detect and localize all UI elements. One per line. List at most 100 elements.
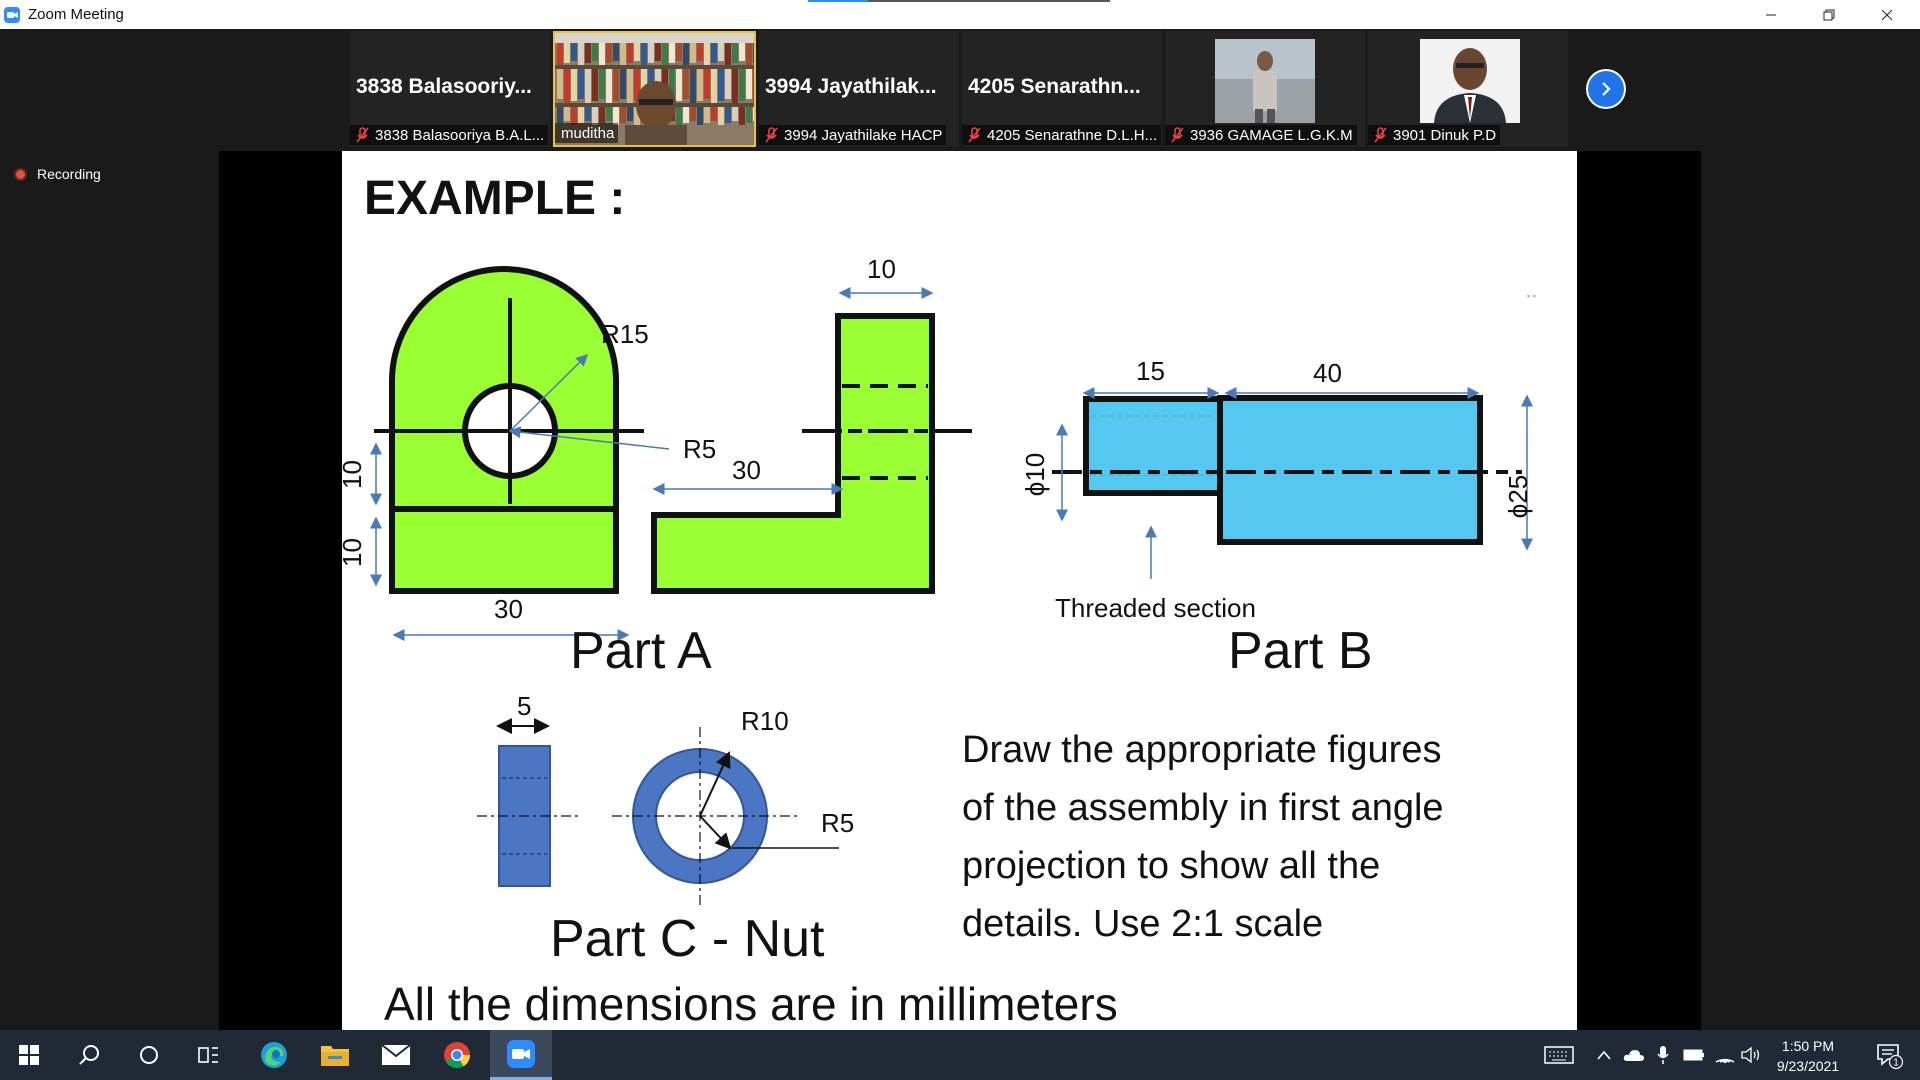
book-spine [606, 107, 612, 121]
participant-name: 3994 Jayathilake HACP [784, 126, 943, 144]
part-b-dim-phi10: ϕ10 [1020, 452, 1051, 497]
part-a-dim-10-upper: 10 [342, 460, 367, 489]
start-button[interactable] [0, 1030, 58, 1080]
book-spine [606, 69, 612, 103]
book-spine [641, 43, 647, 65]
taskbar-clock[interactable]: 1:50 PM 9/23/2021 [1760, 1036, 1856, 1076]
instruction-line: details. Use 2:1 scale [962, 903, 1324, 945]
recording-dot-icon [14, 167, 27, 181]
part-c-dim-r5: R5 [821, 808, 855, 838]
window-title: Zoom Meeting [28, 6, 124, 23]
chrome-taskbar-button[interactable] [428, 1030, 486, 1080]
book-spine [704, 69, 710, 99]
book-spine [697, 107, 703, 125]
book-spine [613, 43, 619, 61]
folder-icon [321, 1046, 349, 1066]
part-b-dim-15: 15 [1136, 356, 1165, 386]
chevron-up-icon [1597, 1050, 1611, 1060]
book-spine [599, 107, 605, 123]
part-a-caption: Part A [570, 622, 712, 680]
edge-taskbar-button[interactable] [245, 1030, 303, 1080]
participant-tile[interactable]: 3994 Jayathilak... 3994 Jayathilake HACP [759, 31, 959, 147]
slide-heading: EXAMPLE : [364, 172, 626, 225]
book-spine [557, 43, 563, 65]
cortana-icon [140, 1046, 158, 1064]
participant-name: 3838 Balasooriya B.A.L... [375, 126, 545, 144]
book-spine [725, 69, 731, 99]
part-c-nut [477, 718, 839, 907]
instruction-line: of the assembly in first angle [962, 787, 1444, 829]
participant-tile[interactable]: 3936 GAMAGE L.G.K.M [1165, 31, 1365, 147]
book-spine [564, 69, 570, 103]
search-button[interactable] [60, 1030, 118, 1080]
part-c-dim-r10: R10 [741, 706, 789, 736]
book-spine [718, 43, 724, 61]
book-spine [557, 69, 563, 99]
participant-tile[interactable]: 3838 Balasooriy... 3838 Balasooriya B.A.… [350, 31, 550, 147]
participant-name: 3936 GAMAGE L.G.K.M [1190, 126, 1353, 144]
clock-time: 1:50 PM [1781, 1038, 1835, 1054]
book-spine [746, 107, 752, 123]
zoom-taskbar-button[interactable] [490, 1030, 552, 1080]
book-spine [753, 107, 754, 121]
clock-date: 9/23/2021 [1776, 1058, 1840, 1074]
muted-mic-icon [356, 127, 369, 143]
participant-label: muditha [555, 123, 619, 143]
onedrive-tray[interactable] [1620, 1030, 1648, 1080]
keyboard-icon [1544, 1046, 1574, 1064]
search-icon [79, 1045, 99, 1065]
book-spine [732, 43, 738, 63]
file-explorer-taskbar-button[interactable] [306, 1030, 364, 1080]
chrome-icon [444, 1042, 471, 1069]
speaker-icon [1741, 1047, 1760, 1063]
minimize-button[interactable] [1742, 0, 1800, 29]
edge-icon [261, 1042, 287, 1068]
book-spine [690, 43, 696, 63]
recording-indicator[interactable]: Recording [14, 166, 101, 182]
part-c-dim-5: 5 [517, 691, 532, 721]
book-spine [620, 69, 626, 99]
microphone-tray[interactable] [1650, 1030, 1676, 1080]
book-spine [697, 43, 703, 61]
participant-tile[interactable]: 4205 Senarathn... 4205 Senarathne D.L.H.… [962, 31, 1162, 147]
network-tray[interactable] [1712, 1030, 1738, 1080]
keyboard-layout-tray[interactable] [1540, 1030, 1578, 1080]
close-icon [1881, 9, 1893, 20]
action-center-button[interactable]: 1 [1864, 1030, 1914, 1080]
book-spine [627, 43, 633, 63]
book-spine [578, 107, 584, 123]
part-a-dim-30-bottom: 30 [494, 594, 523, 624]
task-view-button[interactable] [180, 1030, 238, 1080]
instruction-line: projection to show all the [962, 845, 1381, 887]
close-button[interactable] [1858, 0, 1916, 29]
book-spine [571, 69, 577, 101]
book-spine [620, 107, 626, 123]
participant-label: 4205 Senarathne D.L.H... [962, 125, 1162, 145]
book-spine [690, 69, 696, 103]
next-participants-button[interactable] [1586, 69, 1626, 109]
book-spine [592, 43, 598, 61]
book-spine [746, 69, 752, 99]
show-hidden-icons-button[interactable] [1592, 1030, 1616, 1080]
battery-tray[interactable] [1680, 1030, 1708, 1080]
windows-taskbar: 1:50 PM 9/23/2021 1 [0, 1030, 1920, 1080]
part-a-dim-r5: R5 [683, 434, 717, 464]
book-spine [683, 69, 689, 99]
book-spine [704, 107, 710, 123]
restore-button[interactable] [1800, 0, 1858, 29]
zoom-window: Zoom Meeting 3838 Balasooriy... 3838 Bal… [0, 0, 1920, 1080]
book-spine [634, 43, 640, 61]
book-spine [676, 69, 682, 101]
cortana-button[interactable] [120, 1030, 178, 1080]
participant-tile[interactable]: 3901 Dinuk P.D [1368, 31, 1568, 147]
chevron-right-icon [1602, 82, 1611, 96]
mail-taskbar-button[interactable] [367, 1030, 425, 1080]
participant-video-tile[interactable]: muditha [553, 31, 756, 147]
units-footer: All the dimensions are in millimeters [384, 978, 1118, 1030]
part-a-dim-width: 10 [867, 254, 896, 284]
book-spine [592, 69, 598, 101]
restore-icon [1823, 9, 1835, 20]
book-spine [683, 107, 689, 123]
muted-mic-icon [1171, 127, 1184, 143]
muted-mic-icon [968, 127, 981, 143]
